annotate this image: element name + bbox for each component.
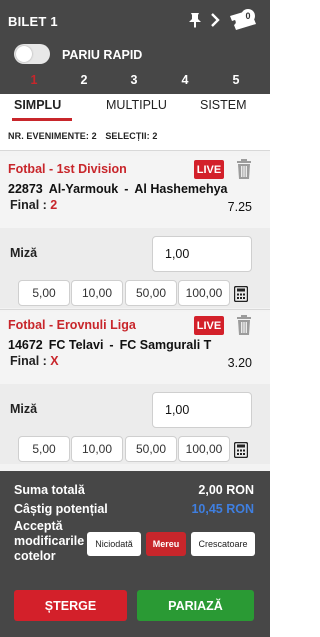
place-bet-button[interactable]: PARIAZĂ — [137, 590, 254, 621]
ticket-title: BILET 1 — [8, 14, 58, 29]
event-code: 22873 — [8, 182, 43, 196]
pick-value: X — [50, 354, 59, 368]
teams-separator: - — [124, 182, 129, 196]
trash-icon[interactable] — [234, 158, 254, 180]
divider — [0, 309, 270, 310]
away-team: Al Hashemehya — [134, 182, 228, 196]
teams-separator: - — [109, 338, 114, 352]
market-name: Final : — [10, 198, 47, 212]
stake-label: Miză — [10, 246, 38, 260]
tab-simplu[interactable]: SIMPLU — [14, 98, 61, 112]
quick-stake-button[interactable]: 5,00 — [18, 280, 70, 306]
match-name: 22873 Al-Yarmouk - Al Hashemehya — [8, 182, 258, 196]
quick-bet-label: PARIU RAPID — [62, 48, 143, 62]
ticket-number-3[interactable]: 3 — [124, 73, 144, 87]
bet-item: Fotbal - 1st Division LIVE 22873 Al-Yarmo… — [0, 156, 270, 308]
total-stake-value: 2,00 RON — [198, 483, 254, 497]
trash-icon[interactable] — [234, 314, 254, 336]
quick-stake-button[interactable]: 50,00 — [125, 280, 177, 306]
ticket-number-5[interactable]: 5 — [226, 73, 246, 87]
bet-item: Fotbal - Erovnuli Liga LIVE 14672 FC Tela… — [0, 312, 270, 464]
ticket-number-1[interactable]: 1 — [24, 73, 44, 87]
ticket-number-2[interactable]: 2 — [74, 73, 94, 87]
potential-win-label: Câștig potențial — [14, 502, 108, 516]
pin-icon[interactable] — [186, 10, 204, 30]
league-name: Fotbal - Erovnuli Liga — [8, 318, 136, 332]
calculator-icon[interactable] — [233, 285, 249, 303]
toggle-knob — [16, 46, 32, 62]
tab-sistem[interactable]: SISTEM — [200, 98, 247, 112]
market-name: Final : — [10, 354, 47, 368]
betslip-footer: Suma totală 2,00 RON Câștig potențial 10… — [0, 471, 270, 637]
pick-value: 2 — [50, 198, 58, 212]
stake-input[interactable] — [152, 392, 252, 428]
quick-stake-button[interactable]: 10,00 — [71, 436, 123, 462]
delete-button[interactable]: ȘTERGE — [14, 590, 127, 621]
calculator-icon[interactable] — [233, 441, 249, 459]
accept-odds-changes-label: Acceptă modificarile cotelor — [14, 519, 85, 563]
quick-stake-button[interactable]: 10,00 — [71, 280, 123, 306]
live-badge: LIVE — [194, 160, 224, 179]
market-pick: Final : 2 — [10, 198, 57, 212]
quick-stake-button[interactable]: 100,00 — [178, 280, 230, 306]
quick-stake-button[interactable]: 5,00 — [18, 436, 70, 462]
total-stake-label: Suma totală — [14, 483, 85, 497]
league-name: Fotbal - 1st Division — [8, 162, 127, 176]
away-team: FC Samgurali T — [119, 338, 212, 352]
chevron-right-icon[interactable] — [206, 10, 224, 30]
betslip-header: BILET 1 0 PARIU RAPID 1 2 3 4 5 — [0, 0, 270, 94]
active-tab-indicator — [12, 118, 72, 121]
selection-summary: NR. EVENIMENTE: 2 SELECȚII: 2 — [0, 124, 270, 150]
event-code: 14672 — [8, 338, 43, 352]
tab-multiplu[interactable]: MULTIPLU — [106, 98, 167, 112]
quick-stake-button[interactable]: 100,00 — [178, 436, 230, 462]
quick-stake-button[interactable]: 50,00 — [125, 436, 177, 462]
bet-type-tabs: SIMPLU MULTIPLU SISTEM — [0, 94, 270, 124]
match-name: 14672 FC Telavi - FC Samgurali T — [8, 338, 258, 352]
market-pick: Final : X — [10, 354, 59, 368]
home-team: FC Telavi — [48, 338, 104, 352]
events-count: NR. EVENIMENTE: 2 — [8, 131, 97, 141]
selections-count-badge: 0 — [241, 9, 255, 23]
live-badge: LIVE — [194, 316, 224, 335]
accept-never-button[interactable]: Niciodată — [87, 532, 141, 556]
potential-win-value: 10,45 RON — [191, 502, 254, 516]
stake-input[interactable] — [152, 236, 252, 272]
stake-label: Miză — [10, 402, 38, 416]
accept-always-button[interactable]: Mereu — [146, 532, 186, 556]
ticket-number-4[interactable]: 4 — [175, 73, 195, 87]
quick-bet-toggle[interactable] — [14, 44, 50, 64]
home-team: Al-Yarmouk — [48, 182, 119, 196]
betslip-panel: BILET 1 0 PARIU RAPID 1 2 3 4 5 SIMPLU M… — [0, 0, 270, 637]
odds-value: 7.25 — [227, 200, 252, 214]
accept-increasing-button[interactable]: Crescatoare — [191, 532, 255, 556]
divider — [0, 150, 270, 151]
odds-value: 3.20 — [227, 356, 252, 370]
selections-count: SELECȚII: 2 — [105, 131, 158, 141]
